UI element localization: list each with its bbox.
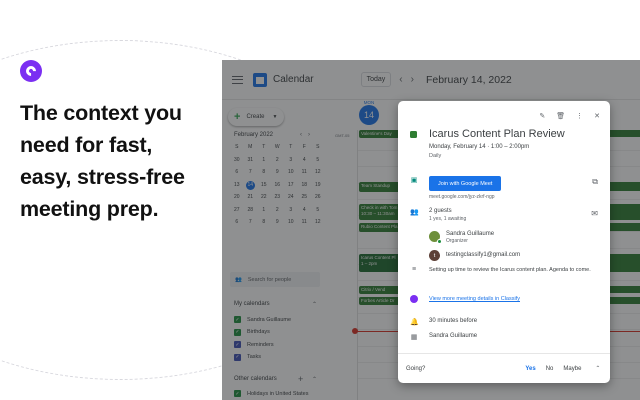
headline-line: need for fast, — [20, 133, 153, 157]
classify-logo-icon — [410, 295, 418, 303]
screenshot-stage: The context you need for fast, easy, str… — [0, 0, 640, 400]
headline-line: easy, stress-free — [20, 165, 185, 189]
bell-icon: 🔔 — [410, 319, 419, 326]
description-icon: ≡ — [411, 266, 417, 273]
classify-logo-icon — [20, 60, 42, 82]
meet-url[interactable]: meet.google.com/jyz-zkrf-ngp — [429, 194, 501, 200]
calendar-owner: Sandra Guillaume — [429, 333, 478, 339]
event-color-swatch — [410, 131, 417, 138]
guest-item[interactable]: t testingclassify1@gmail.com — [429, 250, 520, 261]
more-options-icon[interactable]: ⋮ — [576, 112, 583, 120]
event-description: Setting up time to review the Icarus con… — [429, 267, 591, 273]
rsvp-no-button[interactable]: No — [546, 366, 554, 372]
rsvp-yes-button[interactable]: Yes — [525, 366, 535, 372]
description-row: ≡ Setting up time to review the Icarus c… — [410, 266, 599, 274]
accepted-badge-icon — [437, 239, 442, 244]
event-details-popup: ✎ 🗑 ⋮ ✕ Icarus Content Plan Review Monda… — [398, 101, 610, 383]
promo-headline: The context you need for fast, easy, str… — [20, 97, 220, 225]
classify-details-link[interactable]: View more meeting details in Classify — [429, 296, 520, 302]
rsvp-maybe-button[interactable]: Maybe — [563, 366, 581, 372]
copy-icon[interactable]: ⧉ — [592, 177, 598, 187]
close-icon[interactable]: ✕ — [594, 112, 600, 120]
guests-status: 1 yes, 1 awaiting — [429, 216, 467, 222]
reminder-row: 🔔 30 minutes before — [410, 318, 477, 326]
avatar: t — [429, 250, 440, 261]
chevron-up-icon[interactable]: ⌃ — [595, 365, 600, 372]
event-title: Icarus Content Plan Review — [429, 128, 565, 140]
going-label: Going? — [406, 365, 426, 372]
event-time: Monday, February 14 · 1:00 – 2:00pm — [429, 144, 530, 150]
meet-row: ▣ Join with Google Meet meet.google.com/… — [410, 176, 502, 200]
google-meet-icon: ▣ — [410, 177, 418, 184]
rsvp-bar: Going? Yes No Maybe ⌃ — [398, 353, 610, 383]
delete-icon[interactable]: 🗑 — [556, 112, 565, 120]
join-meet-button[interactable]: Join with Google Meet — [429, 176, 502, 191]
guests-row: 👥 2 guests 1 yes, 1 awaiting — [410, 208, 466, 222]
calendar-icon: ▦ — [410, 334, 418, 341]
owner-row: ▦ Sandra Guillaume — [410, 333, 477, 341]
avatar — [429, 231, 442, 244]
popup-toolbar: ✎ 🗑 ⋮ ✕ — [539, 112, 600, 120]
event-title-row: Icarus Content Plan Review Monday, Febru… — [410, 128, 565, 159]
guest-role: Organizer — [446, 238, 468, 244]
guest-item[interactable]: Sandra Guillaume Organizer — [429, 231, 494, 244]
classify-row: View more meeting details in Classify — [410, 295, 520, 303]
guests-count: 2 guests — [429, 208, 452, 214]
guest-name: Sandra Guillaume — [446, 231, 495, 237]
headline-line: meeting prep. — [20, 197, 159, 221]
event-recurrence: Daily — [429, 153, 442, 159]
headline-line: The context you — [20, 101, 182, 125]
email-guests-icon[interactable]: ✉ — [591, 209, 598, 218]
edit-icon[interactable]: ✎ — [539, 112, 545, 120]
reminder-text: 30 minutes before — [429, 318, 478, 324]
guest-name: testingclassify1@gmail.com — [446, 252, 521, 258]
guests-icon: 👥 — [410, 209, 419, 216]
